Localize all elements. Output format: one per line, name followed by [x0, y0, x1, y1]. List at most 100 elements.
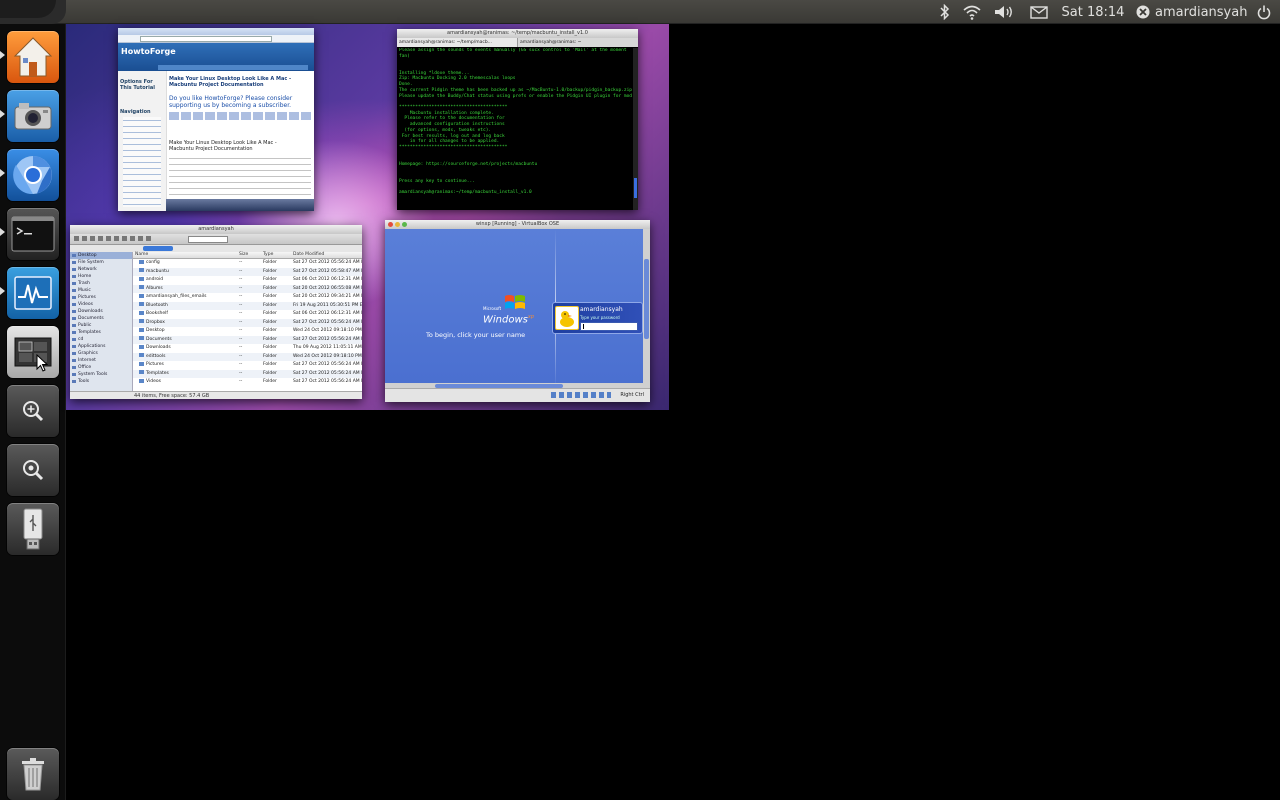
- power-icon[interactable]: [1254, 0, 1274, 24]
- file-row[interactable]: edittools -- Folder Wed 24 Oct 2012 09:18:1…: [133, 352, 362, 361]
- file-row[interactable]: Videos -- Folder Sat 27 Oct 2012 05:56:24 A…: [133, 378, 362, 387]
- file-row[interactable]: macbuntu -- Folder Sat 27 Oct 2012 05:58:47…: [133, 267, 362, 276]
- file-row[interactable]: android -- Folder Sat 06 Oct 2012 06:12:31 …: [133, 276, 362, 285]
- file-row[interactable]: Desktop -- Folder Wed 24 Oct 2012 09:18:10 …: [133, 327, 362, 336]
- minimize-icon[interactable]: [395, 222, 400, 227]
- running-indicator: [0, 287, 5, 295]
- sidebar-place[interactable]: Tools: [70, 378, 132, 385]
- file-row[interactable]: config -- Folder Sat 27 Oct 2012 05:56:24 A…: [133, 259, 362, 268]
- terminal-titlebar[interactable]: amardiansyah@ranimas: ~/temp/macbuntu_in…: [397, 29, 638, 38]
- column-size[interactable]: Size: [239, 252, 263, 258]
- sidebar-place[interactable]: System Tools: [70, 371, 132, 378]
- article-heading: Make Your Linux Desktop Look Like A Mac …: [169, 76, 292, 88]
- file-type-cell: Folder: [263, 362, 277, 367]
- sidebar-place[interactable]: Graphics: [70, 350, 132, 357]
- folder-icon: [139, 319, 144, 323]
- launcher-trash[interactable]: [7, 748, 59, 800]
- file-date-cell: Sat 27 Oct 2012 05:56:24 AM EST: [293, 379, 362, 384]
- sidebar-place-label: Network: [78, 267, 97, 272]
- sidebar-place[interactable]: Templates: [70, 329, 132, 336]
- vm-vertical-scrollbar[interactable]: [643, 229, 650, 389]
- column-date[interactable]: Date Modified: [293, 252, 362, 258]
- sidebar-place[interactable]: Office: [70, 364, 132, 371]
- file-row[interactable]: Dropbox -- Folder Sat 27 Oct 2012 05:56:24 …: [133, 318, 362, 327]
- wifi-icon[interactable]: [960, 0, 984, 24]
- terminal-icon: [11, 216, 55, 252]
- sidebar-place[interactable]: Public: [70, 322, 132, 329]
- sidebar-place-label: Videos: [78, 302, 93, 307]
- file-row[interactable]: Pictures -- Folder Sat 27 Oct 2012 05:56:24…: [133, 361, 362, 370]
- file-name-cell: Desktop: [133, 327, 239, 336]
- browser-tabbar[interactable]: [118, 28, 314, 35]
- file-date-cell: Fri 19 Aug 2011 05:30:51 PM EST: [293, 302, 362, 308]
- sidebar-place[interactable]: File System: [70, 259, 132, 266]
- close-icon[interactable]: [388, 222, 393, 227]
- file-date-cell: Wed 24 Oct 2012 09:18:10 PM EST: [293, 328, 362, 333]
- launcher-usb-drive[interactable]: [7, 503, 59, 555]
- sidebar-place-label: Public: [78, 323, 92, 328]
- workspace-preview[interactable]: HowtoForge Options For This Tutorial Nav…: [66, 24, 669, 410]
- volume-icon[interactable]: [992, 0, 1016, 24]
- terminal-tab-2[interactable]: amardiansyah@ranimas: ~: [518, 38, 638, 47]
- user-tile[interactable]: amardiansyah Type your password: [552, 302, 643, 334]
- clock[interactable]: Sat 18:14: [1056, 0, 1130, 24]
- virtualbox-titlebar[interactable]: winxp [Running] - VirtualBox OSE: [385, 220, 650, 229]
- file-manager-titlebar[interactable]: amardiansyah: [70, 225, 362, 234]
- launcher-zoom-in[interactable]: [7, 385, 59, 437]
- launcher-terminal[interactable]: [7, 208, 59, 260]
- dash-corner-button[interactable]: [0, 0, 66, 24]
- maximize-icon[interactable]: [402, 222, 407, 227]
- sidebar-place[interactable]: Internet: [70, 357, 132, 364]
- terminal-tab-1[interactable]: amardiansyah@ranimas: ~/temp/macb...: [397, 38, 518, 47]
- launcher-home-folder[interactable]: [7, 31, 59, 83]
- mail-icon[interactable]: [1028, 0, 1050, 24]
- file-name-cell: Pictures: [133, 361, 239, 370]
- site-logo[interactable]: HowtoForge: [121, 47, 176, 57]
- file-row[interactable]: Templates -- Folder Sat 27 Oct 2012 05:56:2…: [133, 369, 362, 378]
- file-row[interactable]: Documents -- Folder Sat 27 Oct 2012 05:56:2…: [133, 335, 362, 344]
- sidebar-place[interactable]: Home: [70, 273, 132, 280]
- sidebar-place[interactable]: Music: [70, 287, 132, 294]
- virtualbox-window[interactable]: winxp [Running] - VirtualBox OSE Microso…: [385, 220, 650, 402]
- launcher-workspace-switcher[interactable]: [7, 326, 59, 378]
- folder-icon: [139, 276, 144, 281]
- sidebar-place[interactable]: Applications: [70, 343, 132, 350]
- folder-icon: [72, 254, 76, 257]
- folder-icon: [72, 317, 76, 320]
- support-banner[interactable]: Do you like HowtoForge? Please consider …: [169, 95, 305, 109]
- password-input[interactable]: [580, 322, 638, 331]
- bluetooth-icon[interactable]: [936, 0, 954, 24]
- folder-icon: [72, 268, 76, 271]
- sidebar-place[interactable]: Network: [70, 266, 132, 273]
- launcher-system-monitor[interactable]: [7, 267, 59, 319]
- browser-window[interactable]: HowtoForge Options For This Tutorial Nav…: [118, 28, 314, 211]
- sidebar-place[interactable]: Desktop: [70, 252, 132, 259]
- file-manager-window[interactable]: amardiansyah Desktop File System Network Ho…: [70, 225, 362, 399]
- file-row[interactable]: Bluetooth -- Folder Fri 19 Aug 2011 05:30:5…: [133, 301, 362, 310]
- terminal-window[interactable]: amardiansyah@ranimas: ~/temp/macbuntu_in…: [397, 29, 638, 210]
- column-type[interactable]: Type: [263, 252, 293, 258]
- file-row[interactable]: Albums -- Folder Sat 20 Oct 2012 06:55:08 A…: [133, 284, 362, 293]
- column-name[interactable]: Name: [133, 252, 239, 258]
- folder-icon: [72, 373, 76, 376]
- sidebar-place[interactable]: Trash: [70, 280, 132, 287]
- sidebar-place[interactable]: Videos: [70, 301, 132, 308]
- browser-address-bar[interactable]: [118, 35, 314, 43]
- sidebar-place[interactable]: Documents: [70, 315, 132, 322]
- sidebar-place[interactable]: Downloads: [70, 308, 132, 315]
- file-manager-toolbar[interactable]: [70, 234, 362, 245]
- sidebar-place[interactable]: Pictures: [70, 294, 132, 301]
- sidebar-place[interactable]: cd: [70, 336, 132, 343]
- launcher-chromium[interactable]: [7, 149, 59, 201]
- user-menu[interactable]: amardiansyah: [1136, 0, 1252, 24]
- launcher-zoom-out[interactable]: [7, 444, 59, 496]
- terminal-scrollbar[interactable]: [633, 48, 638, 210]
- file-row[interactable]: Bookshelf -- Folder Sat 06 Oct 2012 06:12:3…: [133, 310, 362, 319]
- terminal-output[interactable]: Please assign the sounds to events manua…: [399, 48, 632, 208]
- file-row[interactable]: Downloads -- Folder Thu 09 Aug 2012 11:05:1…: [133, 344, 362, 353]
- file-size-cell: --: [239, 268, 243, 274]
- file-date-cell: Sat 27 Oct 2012 05:56:24 AM EST: [293, 362, 362, 367]
- winxp-login-screen[interactable]: Microsoft Windowsxp To begin, click your…: [385, 229, 643, 389]
- launcher-camera[interactable]: [7, 90, 59, 142]
- file-row[interactable]: amardiansyah_files_emails -- Folder Sat 20 …: [133, 293, 362, 302]
